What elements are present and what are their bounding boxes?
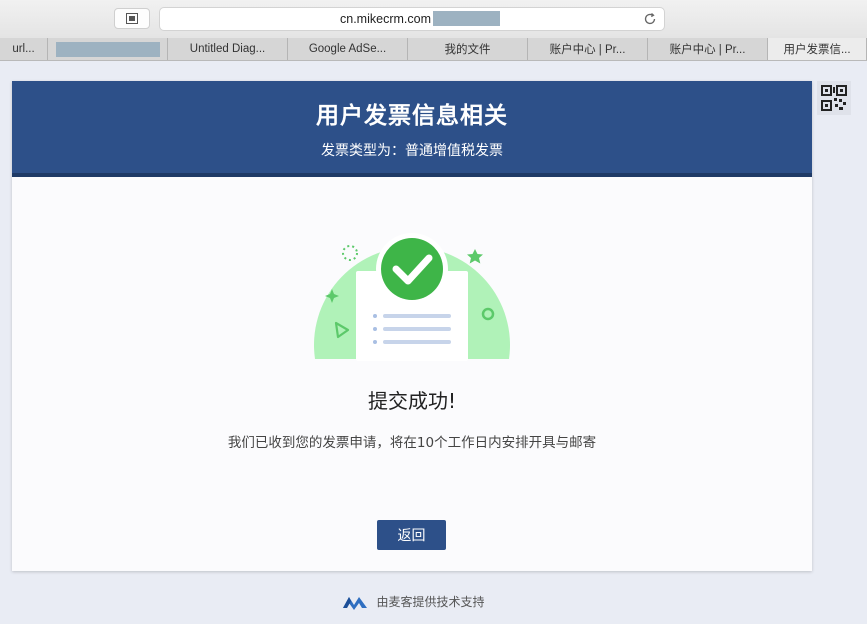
- footer-text: 由麦客提供技术支持: [376, 595, 485, 609]
- tab[interactable]: 账户中心 | Pr...: [648, 38, 768, 60]
- qr-code-button[interactable]: [817, 81, 851, 115]
- form-header: 用户发票信息相关 发票类型为：普通增值税发票: [12, 81, 812, 177]
- success-message: 我们已收到您的发票申请，将在10个工作日内安排开具与邮寄: [227, 435, 597, 451]
- tab[interactable]: 账户中心 | Pr...: [528, 38, 648, 60]
- redacted-url-part: [433, 11, 500, 26]
- tab-active[interactable]: 用户发票信...: [768, 38, 867, 60]
- form-title: 用户发票信息相关: [316, 103, 508, 129]
- tab-label: 账户中心 | Pr...: [549, 44, 626, 56]
- tab-label: 我的文件: [444, 44, 491, 56]
- tab-label: Untitled Diag...: [189, 43, 266, 55]
- tab-strip: url... Untitled Diag... Google AdSe... 我…: [0, 38, 867, 61]
- tab[interactable]: Untitled Diag...: [168, 38, 288, 60]
- back-button[interactable]: 返回: [377, 520, 446, 550]
- browser-toolbar: cn.mikecrm.com: [0, 0, 867, 39]
- sidebar-icon: [126, 13, 138, 24]
- tab[interactable]: url...: [0, 38, 48, 60]
- mikecrm-logo-icon: [343, 596, 368, 610]
- tab[interactable]: 我的文件: [408, 38, 528, 60]
- tab-label: 用户发票信...: [783, 44, 851, 56]
- address-bar[interactable]: cn.mikecrm.com: [159, 7, 665, 31]
- reload-icon[interactable]: [642, 11, 658, 27]
- success-illustration: [314, 233, 510, 361]
- redacted-tab-label: [55, 41, 160, 57]
- tab[interactable]: Google AdSe...: [288, 38, 408, 60]
- url-text: cn.mikecrm.com: [340, 12, 431, 26]
- tab-label: Google AdSe...: [308, 43, 387, 55]
- tab[interactable]: [48, 38, 168, 60]
- form-subtitle: 发票类型为：普通增值税发票: [321, 143, 503, 159]
- tab-label: url...: [12, 43, 35, 55]
- tab-label: 账户中心 | Pr...: [669, 44, 746, 56]
- qr-code-icon: [821, 85, 847, 111]
- footer: 由麦客提供技术支持: [0, 593, 827, 610]
- form-card: 用户发票信息相关 发票类型为：普通增值税发票 提交成功! 我们已收到您的发票申请…: [12, 81, 812, 571]
- success-title: 提交成功!: [367, 389, 457, 413]
- sidebar-toggle-button[interactable]: [114, 8, 150, 29]
